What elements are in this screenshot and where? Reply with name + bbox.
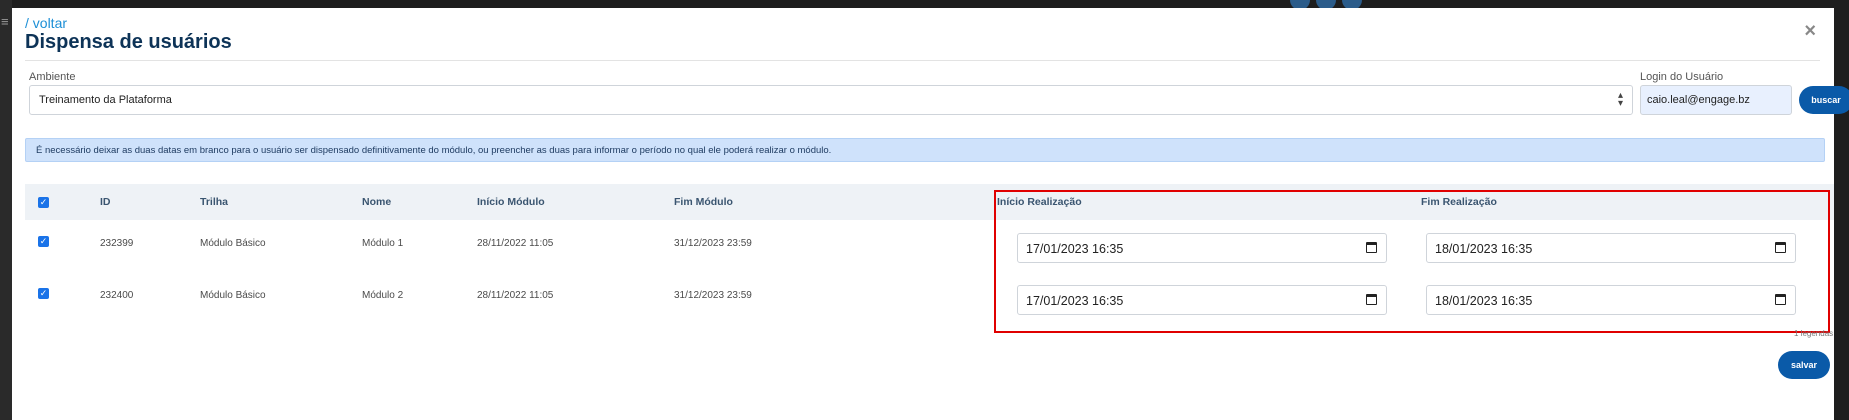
ambiente-select-value: Treinamento da Plataforma xyxy=(39,94,172,106)
row-inicio-modulo: 28/11/2022 11:05 xyxy=(477,238,554,249)
ambiente-label: Ambiente xyxy=(29,71,76,83)
buscar-button[interactable]: buscar xyxy=(1799,86,1849,114)
fim-realizacao-input[interactable]: 18/01/2023 16:35 xyxy=(1426,285,1796,315)
row-id: 232399 xyxy=(100,238,134,249)
inicio-realizacao-input[interactable]: 17/01/2023 16:35 xyxy=(1017,233,1387,263)
row-nome: Módulo 2 xyxy=(362,290,404,301)
row-inicio-modulo: 28/11/2022 11:05 xyxy=(477,290,554,301)
row-checkbox[interactable]: ✓ xyxy=(38,236,49,247)
row-trilha: Módulo Básico xyxy=(200,238,266,249)
back-link[interactable]: / voltar xyxy=(25,15,67,31)
fim-realizacao-input[interactable]: 18/01/2023 16:35 xyxy=(1426,233,1796,263)
close-icon[interactable]: × xyxy=(1804,20,1816,43)
row-nome: Módulo 1 xyxy=(362,238,404,249)
login-label: Login do Usuário xyxy=(1640,71,1724,83)
col-nome: Nome xyxy=(362,196,392,208)
ambiente-select[interactable]: Treinamento da Plataforma ▴ ▾ xyxy=(29,85,1633,115)
col-inicio-realizacao: Início Realização xyxy=(997,196,1082,208)
dispensa-modal: / voltar Dispensa de usuários × Ambiente… xyxy=(12,8,1849,420)
divider xyxy=(25,60,1820,61)
page-title: Dispensa de usuários xyxy=(25,31,232,53)
info-alert: É necessário deixar as duas datas em bra… xyxy=(25,138,1825,162)
row-fim-modulo: 31/12/2023 23:59 xyxy=(674,290,752,301)
row-checkbox[interactable]: ✓ xyxy=(38,288,49,299)
table-header: ✓ ID Trilha Nome Início Módulo Fim Módul… xyxy=(25,184,1834,220)
col-id: ID xyxy=(100,196,111,208)
calendar-icon[interactable] xyxy=(1775,294,1786,305)
calendar-icon[interactable] xyxy=(1366,294,1377,305)
save-button[interactable]: salvar xyxy=(1778,351,1830,379)
col-inicio-modulo: Início Módulo xyxy=(477,196,545,208)
table-row: ✓ 232400 Módulo Básico Módulo 2 28/11/20… xyxy=(25,272,1834,324)
menu-icon: ≡ xyxy=(1,14,9,29)
fim-realizacao-value: 18/01/2023 16:35 xyxy=(1435,294,1533,308)
inicio-realizacao-input[interactable]: 17/01/2023 16:35 xyxy=(1017,285,1387,315)
login-input[interactable]: caio.leal@engage.bz xyxy=(1640,85,1792,115)
row-fim-modulo: 31/12/2023 23:59 xyxy=(674,238,752,249)
select-arrow-icon: ▴ ▾ xyxy=(1617,90,1623,109)
inicio-realizacao-value: 17/01/2023 16:35 xyxy=(1026,242,1124,256)
table-row: ✓ 232399 Módulo Básico Módulo 1 28/11/20… xyxy=(25,220,1834,272)
row-id: 232400 xyxy=(100,290,134,301)
col-fim-realizacao: Fim Realização xyxy=(1421,196,1497,208)
calendar-icon[interactable] xyxy=(1775,242,1786,253)
col-trilha: Trilha xyxy=(200,196,229,208)
col-fim-modulo: Fim Módulo xyxy=(674,196,733,208)
background-panel: ≡ xyxy=(0,0,12,420)
fim-realizacao-value: 18/01/2023 16:35 xyxy=(1435,242,1533,256)
inicio-realizacao-value: 17/01/2023 16:35 xyxy=(1026,294,1124,308)
legend-text: 1 legendas xyxy=(1794,329,1834,338)
select-all-checkbox[interactable]: ✓ xyxy=(38,197,49,208)
row-trilha: Módulo Básico xyxy=(200,290,266,301)
calendar-icon[interactable] xyxy=(1366,242,1377,253)
